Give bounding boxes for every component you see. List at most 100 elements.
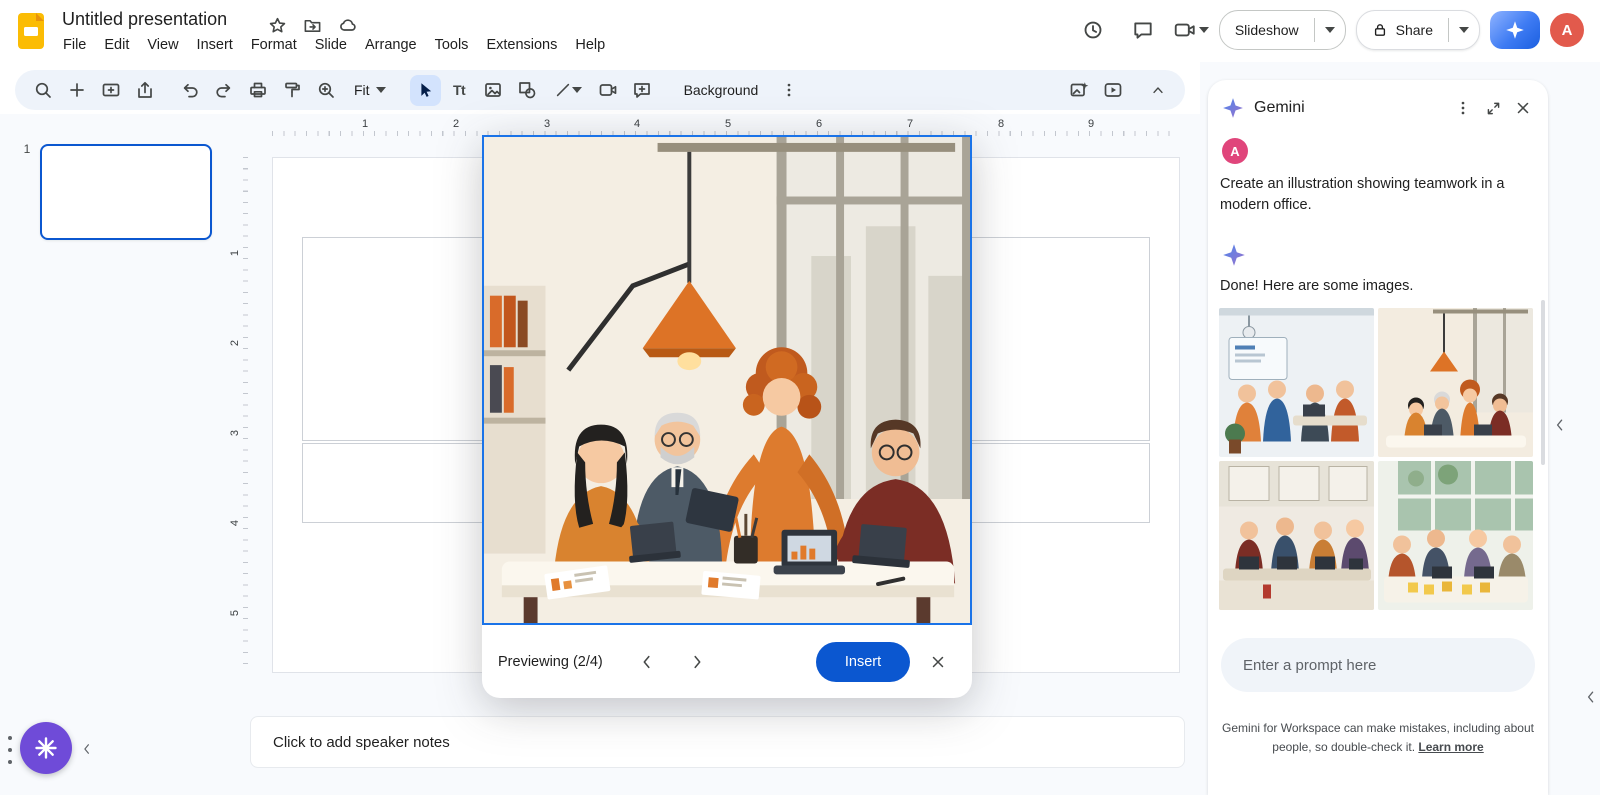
app-header: Untitled presentation File Edit View Ins…	[0, 0, 1600, 62]
print-button[interactable]	[242, 75, 273, 106]
ruler-mark: 4	[634, 118, 640, 130]
gemini-button[interactable]	[1490, 11, 1540, 49]
slideshow-button[interactable]: Slideshow	[1220, 22, 1314, 38]
new-slide-button[interactable]	[61, 75, 92, 106]
collapse-toolbar-button[interactable]	[1142, 75, 1173, 106]
gemini-disclaimer: Gemini for Workspace can make mistakes, …	[1220, 719, 1536, 756]
document-title[interactable]: Untitled presentation	[62, 9, 227, 30]
side-panel-toggle-button[interactable]	[1582, 686, 1600, 708]
chevron-down-icon	[1325, 27, 1335, 33]
plus-icon	[67, 80, 87, 100]
menu-slide[interactable]: Slide	[306, 34, 356, 56]
close-preview-button[interactable]	[920, 644, 956, 680]
redo-icon	[214, 80, 234, 100]
ruler-mark: 4	[229, 520, 241, 526]
insert-video-button[interactable]	[593, 75, 624, 106]
zoom-button[interactable]	[310, 75, 341, 106]
redo-button[interactable]	[208, 75, 239, 106]
generated-image-1[interactable]	[1219, 308, 1374, 457]
insert-image-button[interactable]	[478, 75, 509, 106]
menu-arrange[interactable]: Arrange	[356, 34, 426, 56]
google-slides-app: Untitled presentation File Edit View Ins…	[0, 0, 1600, 795]
app-launcher-dots[interactable]	[0, 736, 12, 764]
version-history-button[interactable]	[1073, 10, 1113, 50]
menu-file[interactable]: File	[54, 34, 95, 56]
menu-tools[interactable]: Tools	[426, 34, 478, 56]
speaker-notes[interactable]: Click to add speaker notes	[250, 716, 1185, 768]
slide-thumbnail[interactable]	[40, 144, 212, 240]
meet-button[interactable]	[1173, 18, 1209, 42]
search-menus-button[interactable]	[27, 75, 58, 106]
chevron-down-icon	[1199, 27, 1209, 33]
menu-extensions[interactable]: Extensions	[477, 34, 566, 56]
gemini-menu-button[interactable]	[1448, 93, 1478, 123]
disclaimer-text: Gemini for Workspace can make mistakes, …	[1222, 721, 1534, 754]
slide-layout-button[interactable]	[95, 75, 126, 106]
background-button[interactable]: Background	[672, 75, 771, 106]
menu-format[interactable]: Format	[242, 34, 306, 56]
account-avatar[interactable]: A	[1550, 13, 1584, 47]
gemini-sparkle-icon	[1222, 97, 1244, 119]
generate-image-button[interactable]	[1063, 75, 1094, 106]
toolbar-overflow-button[interactable]	[773, 75, 804, 106]
paint-roller-icon	[282, 80, 302, 100]
generated-image-2[interactable]	[1378, 308, 1533, 457]
collapse-filmstrip-button[interactable]	[78, 740, 96, 758]
menubar: File Edit View Insert Format Slide Arran…	[54, 34, 614, 56]
menu-help[interactable]: Help	[566, 34, 614, 56]
slideshow-dropdown[interactable]	[1315, 27, 1345, 33]
comments-button[interactable]	[1123, 10, 1163, 50]
lock-icon	[1372, 22, 1388, 38]
generated-image-3[interactable]	[1219, 461, 1374, 610]
gemini-prompt-input[interactable]	[1221, 638, 1535, 692]
next-image-button[interactable]	[679, 644, 715, 680]
text-box-button[interactable]: Tt	[444, 75, 475, 106]
undo-button[interactable]	[174, 75, 205, 106]
chevron-down-icon	[572, 87, 582, 93]
export-button[interactable]	[129, 75, 160, 106]
insert-shape-button[interactable]	[512, 75, 543, 106]
preview-controls: Previewing (2/4) Insert	[482, 625, 972, 698]
insert-image-button[interactable]: Insert	[816, 642, 910, 682]
cloud-saved-icon	[338, 15, 358, 35]
select-tool-button[interactable]	[410, 75, 441, 106]
text-box-icon: Tt	[453, 82, 465, 98]
menu-view[interactable]: View	[138, 34, 187, 56]
gemini-close-button[interactable]	[1508, 93, 1538, 123]
share-button[interactable]: Share	[1357, 22, 1448, 38]
collapse-panel-button[interactable]	[1551, 414, 1569, 436]
chevron-up-icon	[1150, 82, 1166, 98]
share-label: Share	[1396, 22, 1433, 38]
paint-format-button[interactable]	[276, 75, 307, 106]
gemini-response-text: Done! Here are some images.	[1220, 278, 1532, 294]
chat-user-avatar: A	[1222, 138, 1248, 164]
slides-logo[interactable]	[16, 11, 48, 51]
preview-illustration[interactable]	[482, 135, 972, 625]
insert-line-button[interactable]	[546, 75, 590, 106]
zoom-fit-dropdown[interactable]: Fit	[344, 75, 396, 106]
gemini-fab[interactable]	[20, 722, 72, 774]
share-export-icon	[135, 80, 155, 100]
gemini-expand-button[interactable]	[1478, 93, 1508, 123]
previous-image-button[interactable]	[629, 644, 665, 680]
ruler-mark: 2	[453, 118, 459, 130]
add-comment-button[interactable]	[627, 75, 658, 106]
gemini-panel-header: Gemini	[1222, 92, 1538, 124]
generated-image-4[interactable]	[1378, 461, 1533, 610]
ruler-mark: 5	[725, 118, 731, 130]
chat-scrollbar[interactable]	[1541, 300, 1545, 465]
menu-insert[interactable]: Insert	[188, 34, 242, 56]
learn-more-link[interactable]: Learn more	[1418, 740, 1483, 754]
chevron-down-icon	[376, 87, 386, 93]
share-dropdown[interactable]	[1449, 27, 1479, 33]
menu-edit[interactable]: Edit	[95, 34, 138, 56]
line-icon	[554, 81, 572, 99]
video-icon	[598, 80, 618, 100]
chevron-left-icon	[80, 742, 94, 756]
ruler-mark: 7	[907, 118, 913, 130]
preview-status: Previewing (2/4)	[498, 654, 603, 670]
video-camera-icon	[1173, 18, 1197, 42]
comment-add-icon	[632, 80, 652, 100]
ruler-mark: 1	[229, 250, 241, 256]
present-preview-button[interactable]	[1097, 75, 1128, 106]
